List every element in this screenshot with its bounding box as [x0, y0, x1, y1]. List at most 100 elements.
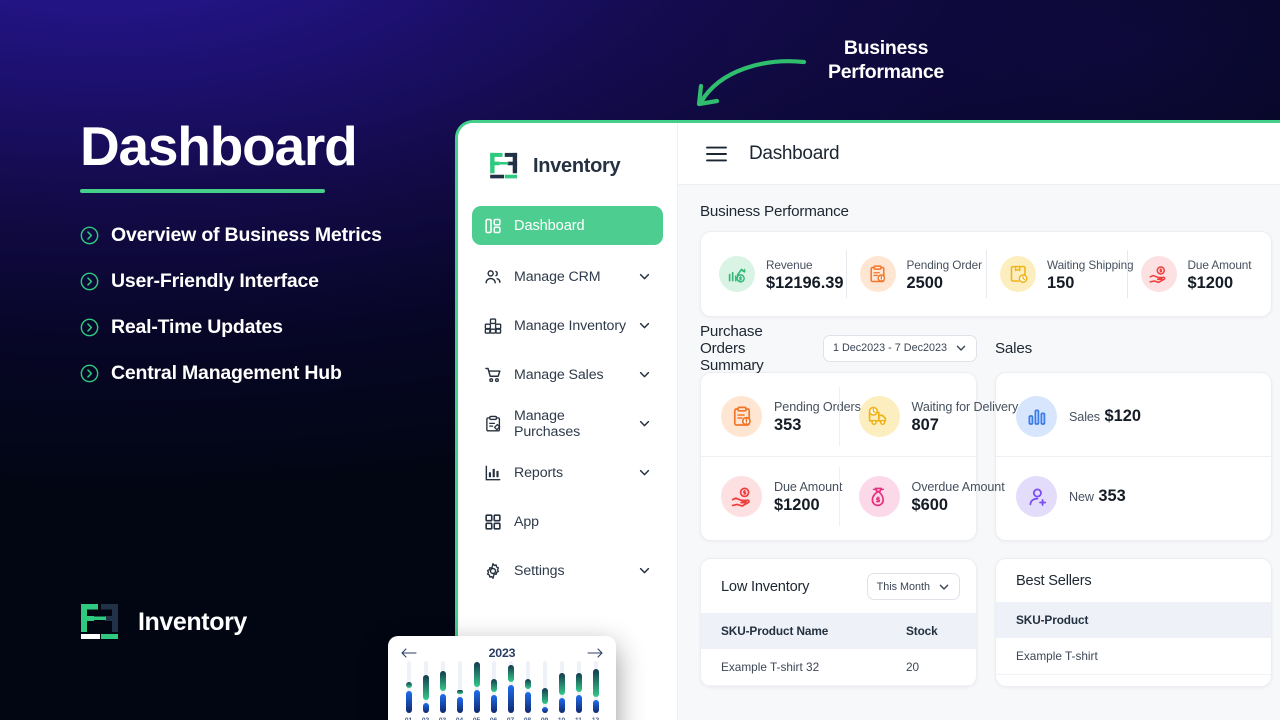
low-inventory-card: Low Inventory This Month SKU-Product Nam…: [700, 558, 977, 687]
sidebar-item-reports[interactable]: Reports: [472, 453, 663, 492]
chart-segment-green: [507, 664, 514, 683]
chart-bar: [502, 661, 519, 713]
chart-column: 09: [536, 661, 553, 720]
callout-line-2: Performance: [828, 61, 944, 84]
pending-order-icon: [721, 396, 762, 437]
metric-sales: Sales $120: [996, 377, 1271, 456]
arrow-right-icon[interactable]: [586, 647, 604, 659]
users-icon: [485, 269, 501, 283]
chart-segment-green: [422, 674, 429, 700]
chart-bar: [570, 661, 587, 713]
sidebar-item-label: Manage Inventory: [514, 317, 626, 334]
callout-annotation: Business Performance: [796, 36, 976, 84]
chart-segment-green: [405, 682, 412, 689]
chart-segment-green: [541, 688, 548, 705]
chart-column: 06: [485, 661, 502, 720]
sidebar-item-settings[interactable]: Settings: [472, 551, 663, 590]
chevron-down-icon: [639, 469, 650, 476]
sidebar-item-manage-inventory[interactable]: Manage Inventory: [472, 306, 663, 345]
chart-segment-green: [439, 671, 446, 691]
chevron-down-icon: [639, 273, 650, 280]
chart-bar-track: [542, 661, 547, 713]
sidebar-item-label: Settings: [514, 562, 565, 579]
curved-arrow-icon: [696, 59, 807, 107]
sidebar-brand[interactable]: Inventory: [458, 123, 677, 182]
chart-bar: [434, 661, 451, 713]
sidebar-item-manage-sales[interactable]: Manage Sales: [472, 355, 663, 394]
list-item: User-Friendly Interface: [80, 270, 460, 293]
section-title-sales: Sales: [995, 339, 1032, 357]
dashboard-icon: [485, 218, 501, 233]
metric-value: 353: [774, 416, 802, 434]
sidebar-item-label: Manage Purchases: [514, 407, 581, 440]
list-item-label: Overview of Business Metrics: [111, 223, 382, 246]
best-sellers-table: SKU-Product Example T-shirt: [996, 602, 1271, 675]
chart-bar: [451, 661, 468, 713]
kpi-label: Waiting Shipping: [1047, 257, 1134, 272]
metric-label: Overdue Amount: [911, 480, 1005, 494]
column-header-stock: Stock: [885, 613, 976, 649]
chart-column: 10: [553, 661, 570, 720]
kpi-revenue: Revenue $12196.39: [705, 232, 846, 316]
pending-order-icon: [859, 256, 896, 292]
chevron-down-icon: [939, 584, 949, 590]
arrow-left-icon[interactable]: [400, 647, 418, 659]
app-window: Inventory Dashboard Manage CRM Manage In…: [455, 120, 1280, 720]
chevron-down-icon: [639, 567, 650, 574]
metric-value: $120: [1104, 407, 1141, 425]
chart-bar: [519, 661, 536, 713]
cell-product-name: Example T-shirt 32: [701, 649, 886, 686]
chart-bar: [400, 661, 417, 713]
bar-chart-icon: [1016, 396, 1057, 437]
section-title-business-performance: Business Performance: [700, 203, 849, 220]
revenue-growth-icon: [719, 256, 755, 292]
period-value: This Month: [876, 580, 930, 593]
list-item: Central Management Hub: [80, 362, 460, 385]
list-item-label: Real-Time Updates: [111, 315, 283, 338]
kpi-value: $1200: [1187, 273, 1234, 292]
low-inventory-period-filter[interactable]: This Month: [866, 573, 960, 600]
chart-segment-blue: [575, 695, 582, 713]
metric-label: Due Amount: [774, 480, 843, 494]
clipboard-icon: [486, 415, 501, 432]
chart-bar: [468, 661, 485, 713]
kpi-value: 2500: [906, 273, 943, 292]
chart-segment-blue: [558, 698, 565, 713]
sidebar-item-manage-purchases[interactable]: Manage Purchases: [472, 404, 663, 443]
grid-icon: [485, 513, 501, 530]
metric-label: New: [1069, 490, 1094, 504]
kpi-value: 150: [1047, 273, 1075, 292]
promo-feature-list: Overview of Business Metrics User-Friend…: [80, 224, 460, 385]
metric-value: $600: [911, 496, 948, 514]
chart-segment-blue: [439, 693, 446, 713]
kpi-due-amount: Due Amount $1200: [1126, 232, 1268, 316]
chevron-down-icon: [639, 371, 650, 378]
sidebar-item-dashboard[interactable]: Dashboard: [472, 206, 663, 245]
chart-segment-blue: [592, 699, 599, 713]
date-range-value: 1 Dec2023 - 7 Dec2023: [832, 342, 947, 354]
chart-segment-blue: [524, 692, 531, 713]
table-row[interactable]: Example T-shirt 32 20: [701, 649, 976, 686]
sidebar-item-label: Manage CRM: [514, 268, 601, 285]
date-range-filter[interactable]: 1 Dec2023 - 7 Dec2023: [822, 334, 977, 362]
chevron-down-icon: [639, 322, 650, 329]
kpi-label: Due Amount: [1187, 257, 1252, 272]
cart-icon: [485, 367, 501, 382]
hamburger-icon[interactable]: [706, 146, 727, 162]
chart-segment-green: [456, 689, 463, 694]
chart-segment-blue: [490, 695, 497, 713]
gear-icon: [486, 562, 500, 579]
waiting-ship-icon: [1000, 256, 1036, 292]
chevron-circle-icon: [80, 272, 99, 291]
kpi-label: Revenue: [766, 257, 813, 272]
table-row[interactable]: Example T-shirt: [996, 638, 1271, 675]
chart-segment-blue: [473, 689, 480, 713]
chevron-down-icon: [639, 420, 650, 427]
cell-product-name: Example T-shirt: [996, 638, 1271, 675]
sidebar-item-manage-crm[interactable]: Manage CRM: [472, 257, 663, 296]
column-header-sku: SKU-Product: [996, 602, 1271, 638]
chart-segment-green: [575, 673, 582, 693]
metric-value: $1200: [774, 496, 820, 514]
sidebar-item-app[interactable]: App: [472, 502, 663, 541]
sidebar: Inventory Dashboard Manage CRM Manage In…: [458, 123, 678, 720]
